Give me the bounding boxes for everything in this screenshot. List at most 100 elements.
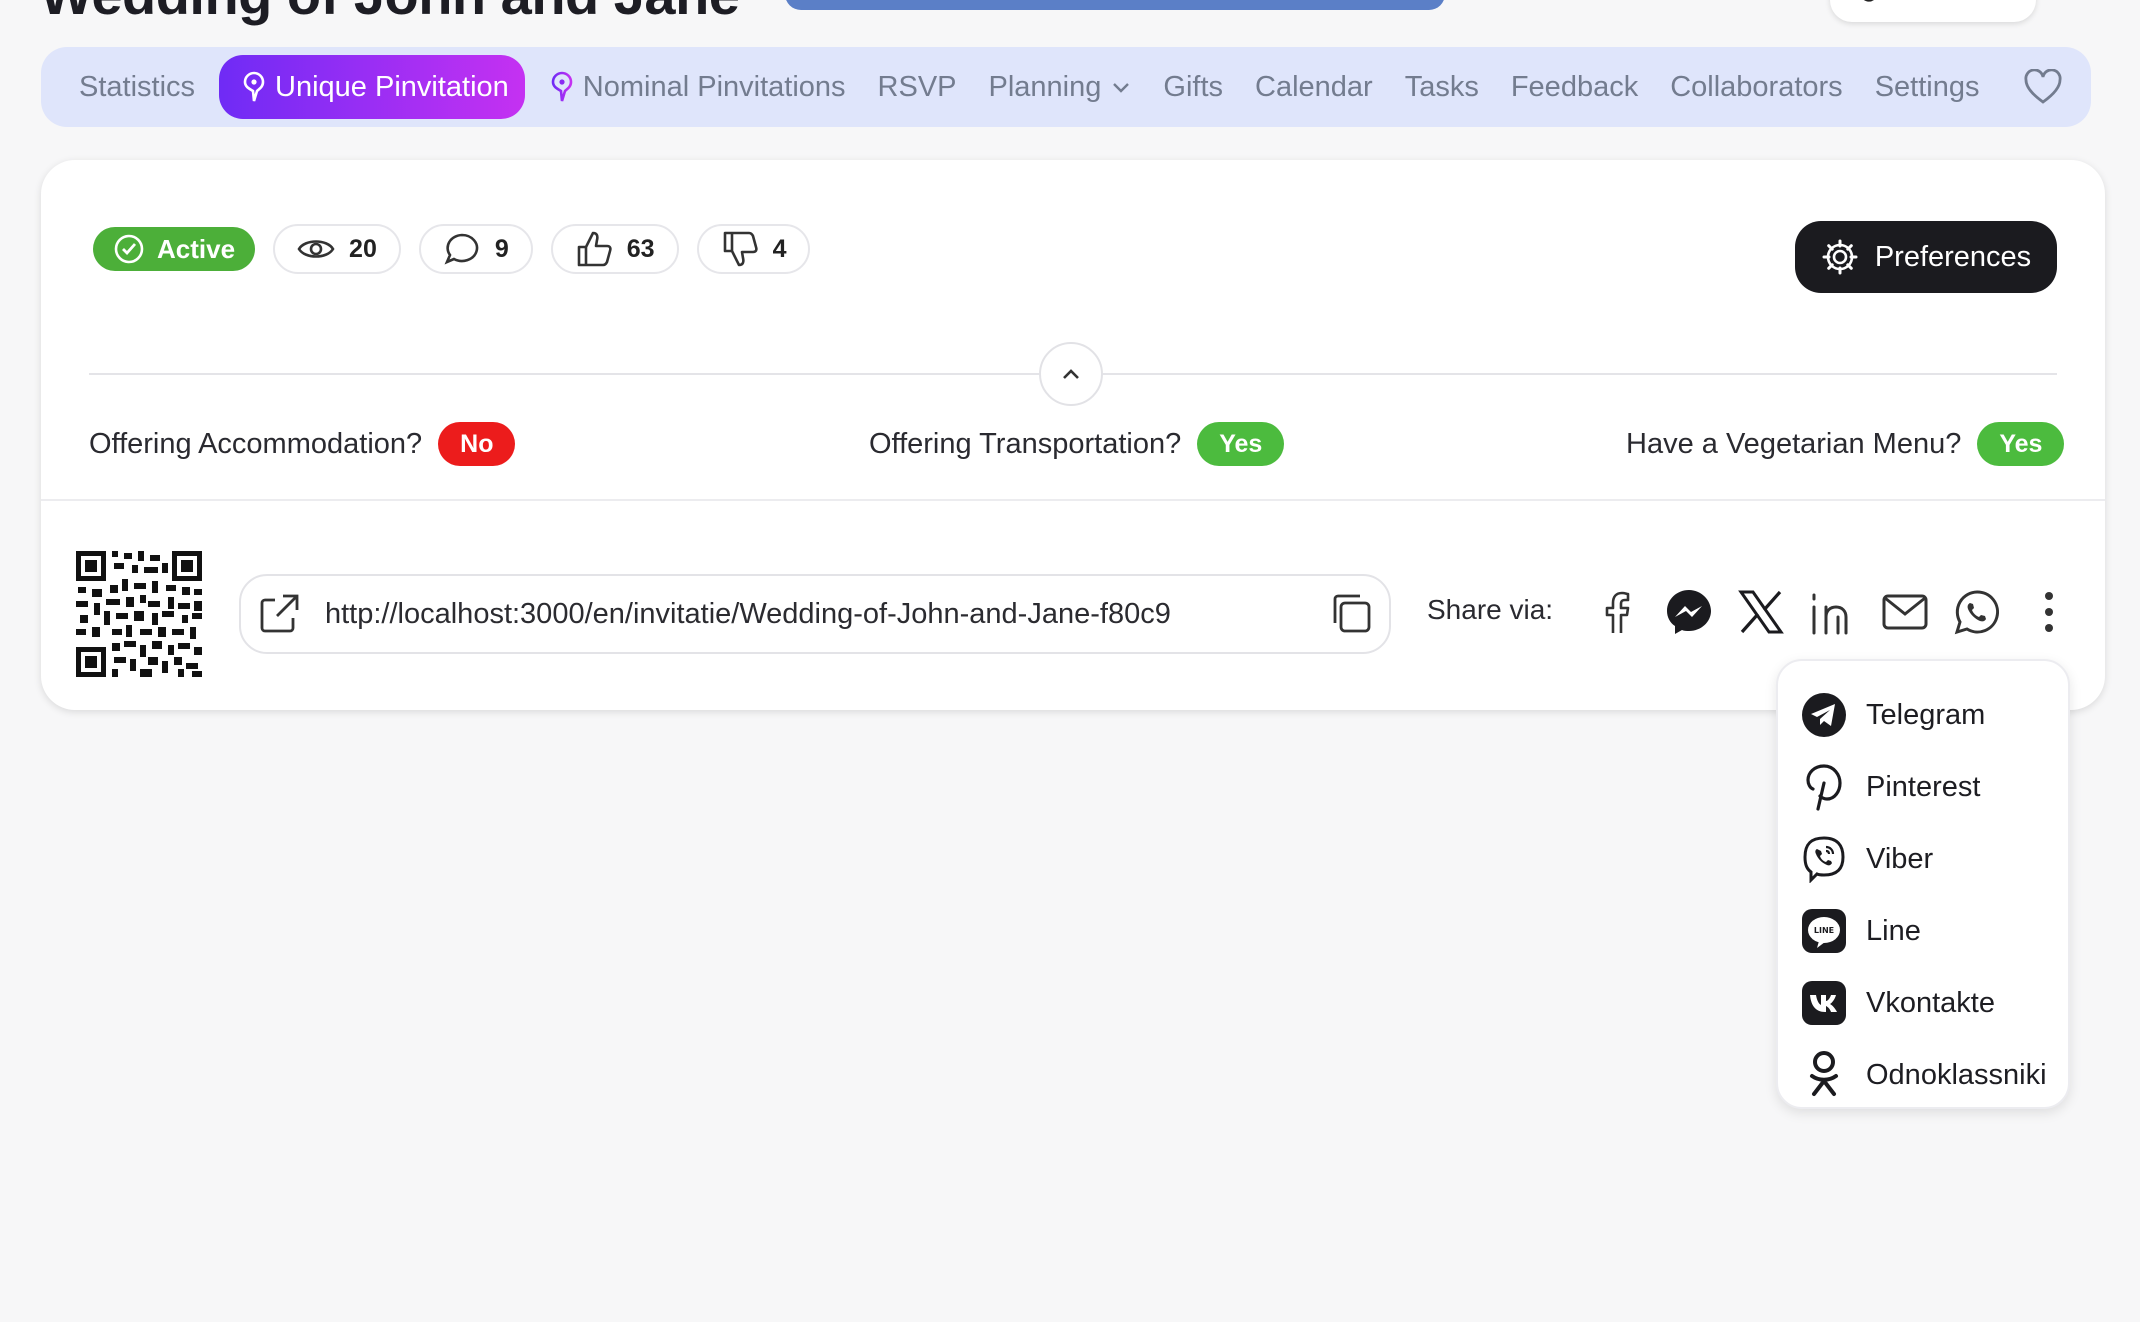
tab-feedback[interactable]: Feedback	[1495, 55, 1654, 119]
tab-label: Feedback	[1510, 70, 1639, 103]
tab-gifts[interactable]: Gifts	[1147, 55, 1239, 119]
linkedin-share-button[interactable]	[1797, 576, 1869, 648]
share-menu-label: Odnoklassniki	[1866, 1058, 2047, 1091]
tab-collaborators[interactable]: Collaborators	[1654, 55, 1858, 119]
messenger-share-button[interactable]	[1653, 576, 1725, 648]
option-transportation: Offering Transportation? Yes	[869, 422, 1285, 466]
share-menu-item-line[interactable]: LINE Line	[1778, 895, 2068, 967]
likes-value: 63	[626, 234, 655, 263]
chevron-up-icon	[1063, 369, 1079, 379]
x-share-button[interactable]	[1725, 576, 1797, 648]
tab-label: Tasks	[1404, 70, 1479, 103]
dislikes-count: 4	[696, 224, 811, 274]
share-menu-label: Telegram	[1866, 698, 1986, 731]
progress-bar	[785, 0, 1445, 10]
option-accommodation: Offering Accommodation? No	[89, 422, 516, 466]
mail-icon	[1882, 594, 1928, 630]
tab-rsvp[interactable]: RSVP	[862, 55, 973, 119]
share-label: Share via:	[1427, 594, 1554, 625]
check-circle-icon	[114, 234, 144, 264]
whatsapp-icon	[1954, 590, 1999, 635]
tab-statistics[interactable]: Statistics	[63, 55, 211, 119]
more-icon	[2045, 592, 2053, 632]
share-url[interactable]: http://localhost:3000/en/invitatie/Weddi…	[325, 598, 1327, 631]
collapse-button[interactable]	[1039, 342, 1103, 406]
facebook-share-button[interactable]	[1581, 576, 1653, 648]
tab-label: Statistics	[79, 70, 196, 103]
share-url-field: http://localhost:3000/en/invitatie/Weddi…	[239, 574, 1391, 654]
unknown-icon	[1863, 0, 1874, 2]
option-question: Offering Accommodation?	[89, 427, 423, 460]
viber-icon	[1803, 836, 1845, 883]
whatsapp-share-button[interactable]	[1941, 576, 2013, 648]
thumbs-down-icon	[723, 231, 758, 267]
option-answer-badge: Yes	[1977, 422, 2065, 466]
comment-icon	[444, 233, 479, 265]
tab-nominal-pinvitations[interactable]: Nominal Pinvitations	[533, 55, 862, 119]
tab-label: Unique Pinvitation	[275, 70, 509, 103]
chevron-down-icon	[1113, 83, 1130, 93]
tab-label: Collaborators	[1670, 70, 1843, 103]
tab-tasks[interactable]: Tasks	[1389, 55, 1495, 119]
vkontakte-icon	[1802, 981, 1846, 1025]
share-menu-label: Pinterest	[1866, 770, 1981, 803]
status-badge: Active	[93, 227, 256, 271]
tab-label: Gifts	[1163, 70, 1224, 103]
tab-label: Planning	[988, 70, 1102, 103]
odnoklassniki-icon	[1810, 1051, 1838, 1096]
share-menu-item-vkontakte[interactable]: Vkontakte	[1778, 967, 2068, 1039]
svg-text:LINE: LINE	[1814, 926, 1834, 935]
section-divider	[41, 499, 2105, 501]
telegram-icon	[1802, 693, 1846, 737]
messenger-icon	[1667, 590, 1711, 634]
option-answer-badge: Yes	[1197, 422, 1285, 466]
more-share-options-button[interactable]	[2013, 576, 2085, 648]
stats-row: Active 20 9 63 4	[93, 224, 811, 274]
main-nav: Statistics Unique Pinvitation Nominal Pi…	[41, 47, 2091, 127]
tab-unique-pinvitation[interactable]: Unique Pinvitation	[219, 55, 525, 119]
email-share-button[interactable]	[1869, 576, 1941, 648]
option-question: Offering Transportation?	[869, 427, 1182, 460]
share-menu: Telegram Pinterest Viber LINE Line Vkont…	[1776, 659, 2070, 1109]
pin-icon	[551, 71, 573, 102]
heart-icon	[2024, 69, 2062, 104]
tab-label: Nominal Pinvitations	[582, 70, 846, 103]
tab-label: Calendar	[1255, 70, 1373, 103]
share-menu-label: Line	[1866, 914, 1921, 947]
copy-icon[interactable]	[1327, 589, 1377, 639]
option-vegetarian-menu: Have a Vegetarian Menu? Yes	[1626, 422, 2065, 466]
views-count: 20	[273, 224, 401, 274]
gear-icon	[1822, 239, 1858, 275]
pinterest-icon	[1806, 764, 1842, 811]
share-menu-item-odnoklassniki[interactable]: Odnoklassniki	[1778, 1039, 2068, 1111]
favorite-button[interactable]	[2007, 55, 2087, 119]
preferences-button[interactable]: Preferences	[1795, 221, 2057, 293]
facebook-icon	[1605, 591, 1630, 633]
preferences-label: Preferences	[1874, 240, 2032, 273]
share-menu-item-pinterest[interactable]: Pinterest	[1778, 751, 2068, 823]
comments-value: 9	[494, 234, 509, 263]
share-icons	[1581, 576, 2085, 648]
qr-code[interactable]	[74, 549, 204, 679]
header-action-button[interactable]	[1830, 0, 2036, 22]
views-value: 20	[349, 234, 377, 263]
eye-icon	[297, 240, 335, 258]
likes-count: 63	[550, 224, 679, 274]
option-answer-badge: No	[438, 422, 516, 466]
share-menu-item-viber[interactable]: Viber	[1778, 823, 2068, 895]
linkedin-icon	[1812, 593, 1848, 635]
invitation-card: Active 20 9 63 4 Preferences Offering Ac…	[41, 160, 2105, 710]
tab-label: Settings	[1874, 70, 1980, 103]
tab-settings[interactable]: Settings	[1859, 55, 1996, 119]
share-menu-label: Vkontakte	[1866, 986, 1995, 1019]
line-icon: LINE	[1802, 909, 1846, 953]
tab-label: RSVP	[877, 70, 957, 103]
tab-planning[interactable]: Planning	[973, 55, 1148, 119]
thumbs-up-icon	[577, 231, 612, 267]
option-question: Have a Vegetarian Menu?	[1626, 427, 1962, 460]
page-title: Wedding of John and Jane	[40, 0, 740, 27]
external-link-icon[interactable]	[255, 590, 303, 638]
dislikes-value: 4	[772, 234, 787, 263]
tab-calendar[interactable]: Calendar	[1239, 55, 1389, 119]
share-menu-item-telegram[interactable]: Telegram	[1778, 679, 2068, 751]
